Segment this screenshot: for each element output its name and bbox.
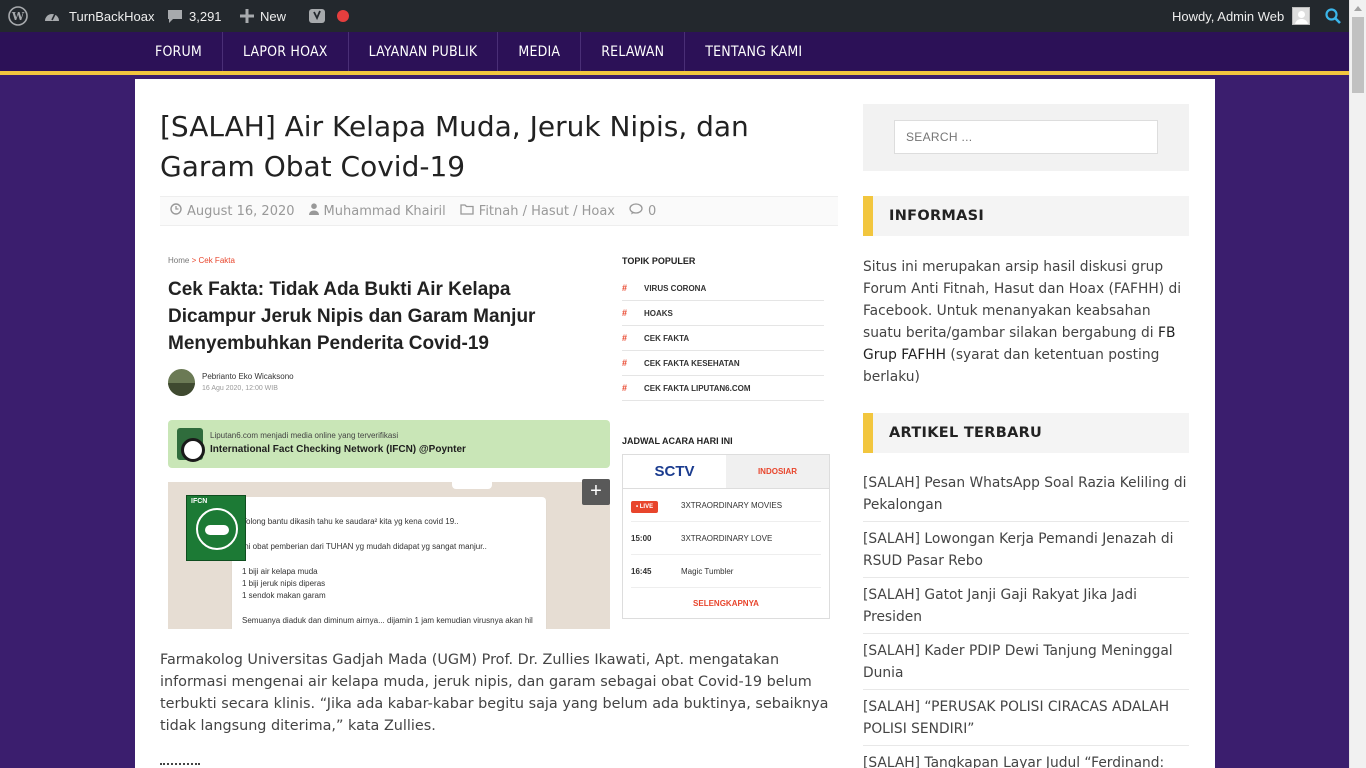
- image-author-avatar: [168, 369, 195, 396]
- image-breadcrumb: Home > Cek Fakta: [168, 256, 235, 265]
- list-item: # HOAKS: [622, 301, 824, 326]
- post-date-text: August 16, 2020: [187, 203, 295, 219]
- live-badge: • LIVE: [631, 500, 659, 513]
- comment-icon: [629, 203, 643, 219]
- nav-item-relawan[interactable]: RELAWAN: [581, 32, 686, 71]
- wa-line: Ini obat pemberian dari TUHAN yg mudah d…: [242, 542, 487, 551]
- post-comments-count: 0: [648, 203, 657, 219]
- yoast-seo-icon[interactable]: [308, 0, 326, 32]
- schedule-row: 15:00 3XTRAORDINARY LOVE: [631, 522, 821, 555]
- recent-article-link[interactable]: [SALAH] Tangkapan Layar Judul “Ferdinand…: [863, 752, 1189, 768]
- list-item: # CEK FAKTA: [622, 326, 824, 351]
- folder-icon: [460, 203, 474, 219]
- admin-howdy-text: Howdy, Admin Web: [1172, 8, 1285, 24]
- post-meta: August 16, 2020 Muhammad Khairil Fitnah …: [160, 196, 838, 226]
- informasi-text: Situs ini merupakan arsip hasil diskusi …: [863, 259, 1182, 385]
- comment-bubble-icon: [167, 8, 183, 24]
- dashboard-gauge-icon: [43, 8, 61, 24]
- image-headline: Cek Fakta: Tidak Ada Bukti Air Kelapa Di…: [168, 279, 536, 354]
- nav-item-media[interactable]: MEDIA: [498, 32, 582, 71]
- image-ifcn-banner: Liputan6.com menjadi media online yang t…: [168, 420, 610, 468]
- svg-text:W: W: [11, 10, 25, 23]
- image-ifcn-line1: Liputan6.com menjadi media online yang t…: [210, 431, 399, 440]
- nav-item-layanan-publik[interactable]: LAYANAN PUBLIK: [349, 32, 499, 71]
- post-date: August 16, 2020: [170, 203, 295, 219]
- ifcn-signatory-stamp-icon: IFCN: [186, 495, 246, 561]
- post-author[interactable]: Muhammad Khairil: [308, 203, 446, 219]
- admin-account-menu[interactable]: Howdy, Admin Web: [1172, 0, 1311, 32]
- image-expand-button: +: [582, 479, 610, 505]
- wa-line: 1 sendok makan garam: [242, 591, 326, 600]
- wa-message-bubble: Tolong bantu dikasih tahu ke saudara² ki…: [232, 497, 546, 629]
- list-item: # CEK FAKTA LIPUTAN6.COM: [622, 376, 824, 401]
- schedule-row: • LIVE 3XTRAORDINARY MOVIES: [631, 489, 821, 522]
- plus-icon: [240, 9, 254, 23]
- image-breadcrumb-home: Home: [168, 256, 190, 265]
- recent-article-link[interactable]: [SALAH] Pesan WhatsApp Soal Razia Kelili…: [863, 472, 1189, 522]
- recent-articles-list: [SALAH] Pesan WhatsApp Soal Razia Kelili…: [863, 472, 1189, 768]
- recent-article-link[interactable]: [SALAH] “PERUSAK POLISI CIRACAS ADALAH P…: [863, 696, 1189, 746]
- scrollbar-thumb[interactable]: [1352, 17, 1364, 93]
- content-container: [SALAH] Air Kelapa Muda, Jeruk Nipis, da…: [135, 79, 1215, 768]
- seo-status-dot-icon: [337, 0, 349, 32]
- user-icon: [308, 203, 319, 219]
- list-item: # VIRUS CORONA: [622, 276, 824, 301]
- wa-top-tab: [452, 482, 492, 489]
- admin-search-icon[interactable]: [1325, 0, 1341, 32]
- widget-heading-informasi: INFORMASI: [863, 196, 1189, 236]
- nav-item-tentang-kami[interactable]: TENTANG KAMI: [685, 32, 822, 71]
- wa-line: 1 biji air kelapa muda: [242, 567, 318, 576]
- admin-new-link[interactable]: New: [240, 0, 286, 32]
- widget-heading-artikel-terbaru: ARTIKEL TERBARU: [863, 413, 1189, 453]
- image-author-name: Pebrianto Eko Wicaksono: [202, 372, 294, 381]
- image-whatsapp-screenshot: Tolong bantu dikasih tahu ke saudara² ki…: [168, 479, 610, 629]
- recent-article-link[interactable]: [SALAH] Gatot Janji Gaji Rakyat Jika Jad…: [863, 584, 1189, 634]
- wa-line: Semuanya diaduk dan diminum airnya... di…: [242, 616, 533, 625]
- schedule-more-link: SELENGKAPNYA: [693, 598, 759, 608]
- post-comments[interactable]: 0: [629, 203, 656, 219]
- indosiar-logo-icon: INDOSIAR: [726, 455, 829, 488]
- image-topik-list: # VIRUS CORONA # HOAKS # CEK FAKTA # CEK FAK…: [622, 276, 824, 401]
- search-widget: [863, 104, 1189, 171]
- ifcn-logo-icon: [177, 428, 205, 462]
- scroll-up-arrow-icon[interactable]: [1354, 6, 1362, 11]
- page-title: [SALAH] Air Kelapa Muda, Jeruk Nipis, da…: [160, 110, 749, 183]
- image-ifcn-line2: International Fact Checking Network (IFC…: [210, 444, 466, 455]
- recent-article-link[interactable]: [SALAH] Lowongan Kerja Pemandi Jenazah d…: [863, 528, 1189, 578]
- image-jadwal-heading: JADWAL ACARA HARI INI: [622, 436, 733, 446]
- article-featured-image: Home > Cek Fakta Cek Fakta: Tidak Ada Bu…: [160, 246, 838, 629]
- article-separator: [160, 763, 200, 766]
- admin-bar: W TurnBackHoax 3,291 New Howdy, Admin We…: [0, 0, 1349, 32]
- post-category[interactable]: Fitnah / Hasut / Hoax: [460, 203, 615, 219]
- clock-icon: [170, 203, 182, 219]
- post-category-text: Fitnah / Hasut / Hoax: [478, 203, 615, 219]
- admin-new-label: New: [260, 8, 287, 24]
- image-schedule-box: SCTV INDOSIAR • LIVE 3XTRAORDINARY MOVIE…: [622, 454, 830, 619]
- stamp-text: IFCN: [191, 498, 208, 505]
- wa-line: 1 biji jeruk nipis diperas: [242, 579, 326, 588]
- list-item: # CEK FAKTA KESEHATAN: [622, 351, 824, 376]
- wordpress-logo-icon[interactable]: W: [8, 0, 28, 32]
- admin-comments-count: 3,291: [189, 8, 222, 24]
- nav-item-forum[interactable]: FORUM: [135, 32, 223, 71]
- sctv-logo-icon: SCTV: [654, 463, 695, 480]
- image-topik-heading: TOPIK POPULER: [622, 256, 696, 266]
- admin-site-link[interactable]: TurnBackHoax: [43, 0, 155, 32]
- recent-article-link[interactable]: [SALAH] Kader PDIP Dewi Tanjung Meningga…: [863, 640, 1189, 690]
- avatar: [1292, 7, 1311, 25]
- image-author-date: 16 Agu 2020, 12:00 WIB: [202, 385, 278, 392]
- page-scrollbar[interactable]: [1349, 0, 1366, 768]
- admin-site-name: TurnBackHoax: [69, 8, 155, 24]
- search-input[interactable]: [894, 120, 1158, 154]
- nav-item-lapor-hoax[interactable]: LAPOR HOAX: [223, 32, 349, 71]
- post-author-text: Muhammad Khairil: [323, 203, 446, 219]
- wa-line: Tolong bantu dikasih tahu ke saudara² ki…: [242, 517, 459, 526]
- admin-comments-link[interactable]: 3,291: [167, 0, 222, 32]
- article-body-paragraph: Farmakolog Universitas Gadjah Mada (UGM)…: [160, 652, 829, 734]
- main-navigation: FORUM LAPOR HOAX LAYANAN PUBLIK MEDIA RE…: [0, 32, 1349, 75]
- image-breadcrumb-section: Cek Fakta: [198, 256, 235, 265]
- schedule-row: 16:45 Magic Tumbler: [631, 555, 821, 588]
